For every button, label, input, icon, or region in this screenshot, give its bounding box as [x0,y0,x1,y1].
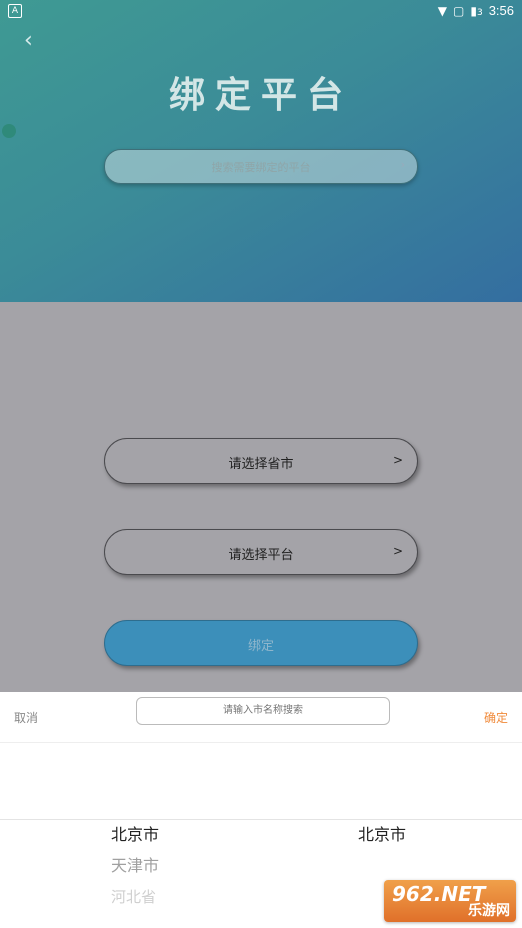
platform-search-input[interactable]: 搜索需要绑定的平台 › [104,149,418,184]
floating-dot[interactable] [2,124,16,138]
city-search-input[interactable] [136,697,390,725]
select-province-button[interactable]: 请选择省市 > [104,438,418,484]
bind-label: 绑定 [247,639,274,654]
select-province-label: 请选择省市 [228,457,294,472]
list-item[interactable]: 北京市 [358,823,406,854]
list-item[interactable]: 北京市 [111,823,159,854]
back-icon[interactable]: ‹ [24,28,33,53]
cancel-button[interactable]: 取消 [14,709,38,726]
city-picker-sheet: 取消 确定 北京市 天津市 河北省 北京市 962.NET 乐游网 [0,692,522,928]
battery-icon: ▮3 [470,3,483,18]
divider [0,742,522,743]
picker-selection-line [0,819,522,820]
list-item[interactable]: 天津市 [111,854,159,885]
battery-text: 3 [476,7,483,18]
select-platform-label: 请选择平台 [228,548,294,563]
bind-button[interactable]: 绑定 [104,620,418,666]
sim-icon: ▢ [453,3,465,18]
notification-icon: A [8,4,22,18]
platform-search-placeholder: 搜索需要绑定的平台 [211,161,311,174]
city-wheel[interactable]: 北京市 [358,823,406,854]
chevron-right-icon: > [392,453,403,467]
clock: 3:56 [488,3,514,18]
watermark-logo: 962.NET 乐游网 [384,880,516,922]
chevron-right-icon: › [400,158,405,171]
select-platform-button[interactable]: 请选择平台 > [104,529,418,575]
wifi-icon: ▼ [437,3,447,18]
province-wheel[interactable]: 北京市 天津市 河北省 [111,823,159,916]
header: ‹ 绑定平台 搜索需要绑定的平台 › [0,0,522,302]
status-bar: A ▼ ▢ ▮3 3:56 [0,0,522,22]
watermark-subtitle: 乐游网 [468,903,510,919]
chevron-right-icon: > [392,544,403,558]
page-title: 绑定平台 [168,75,353,116]
list-item[interactable]: 河北省 [111,885,159,916]
confirm-button[interactable]: 确定 [484,709,508,726]
